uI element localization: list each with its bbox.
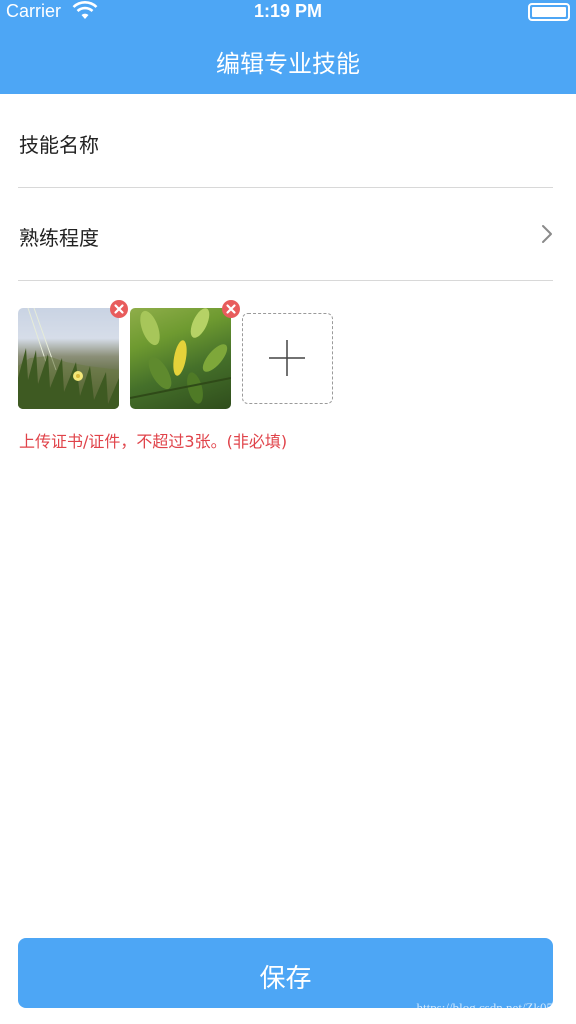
remove-photo-icon[interactable] — [222, 300, 240, 318]
skill-name-label: 技能名称 — [19, 133, 99, 157]
navigation-header: Carrier 1:19 PM 编辑专业技能 — [0, 0, 576, 94]
add-photo-button[interactable] — [242, 313, 333, 404]
certificate-photos — [18, 300, 558, 410]
watermark: https://blog.csdn.net/Zk0553 — [416, 1000, 567, 1015]
skill-name-field[interactable]: 技能名称 — [18, 95, 553, 188]
certificate-photo[interactable] — [130, 308, 231, 409]
remove-photo-icon[interactable] — [110, 300, 128, 318]
status-bar: Carrier 1:19 PM — [0, 0, 576, 26]
photo-landscape-image — [18, 308, 119, 409]
save-button[interactable]: 保存 — [18, 938, 553, 1008]
page-title: 编辑专业技能 — [216, 50, 360, 78]
proficiency-label: 熟练程度 — [19, 226, 99, 250]
battery-icon — [528, 3, 570, 21]
upload-hint: 上传证书/证件，不超过3张。(非必填) — [19, 432, 288, 451]
certificate-photo[interactable] — [18, 308, 119, 409]
photo-leaves-image — [130, 308, 231, 404]
clock: 1:19 PM — [253, 1, 323, 21]
save-button-label: 保存 — [259, 964, 312, 994]
chevron-right-icon — [542, 225, 552, 243]
proficiency-selector[interactable]: 熟练程度 — [18, 188, 553, 281]
plus-icon — [269, 340, 305, 376]
